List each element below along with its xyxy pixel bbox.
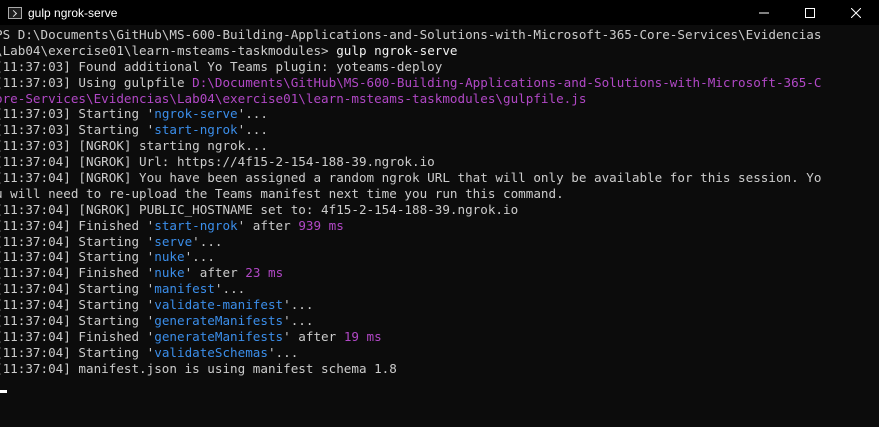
terminal-line: ore-Services\Evidencias\Lab04\exercise01… [0,91,879,107]
terminal-text-segment: validateSchemas [154,344,268,360]
terminal-text-segment: '... [267,344,299,360]
terminal-line: [11:37:04] manifest.json is using manife… [0,361,879,377]
terminal-text-segment: validate-manifest [154,297,284,313]
terminal-text-segment: [11:37:04] Finished ' [0,265,155,281]
terminal-text-segment: ngrok-serve [154,106,238,122]
terminal-line: [11:37:04] Finished 'nuke' after 23 ms [0,265,879,281]
maximize-button[interactable] [787,0,833,25]
window-controls [741,0,879,25]
terminal-line: [11:37:04] Starting 'nuke'... [0,249,879,265]
terminal-text-segment: [11:37:04] [NGROK] PUBLIC_HOSTNAME set t… [0,201,519,217]
terminal-text-segment: '... [192,233,223,249]
terminal-icon [8,6,22,19]
terminal-text-segment: [11:37:03] Starting ' [0,122,155,138]
terminal-line: [11:37:03] [NGROK] starting ngrok... [0,138,879,154]
close-button[interactable] [833,0,879,25]
terminal-text-segment: [11:37:03] Found additional Yo Teams plu… [0,58,443,74]
terminal-text-segment: \Lab04\exercise01\learn-msteams-taskmodu… [0,42,337,58]
minimize-button[interactable] [741,0,787,25]
terminal-text-segment: '... [214,281,246,297]
terminal-text-segment: [11:37:04] Starting ' [0,233,155,249]
maximize-icon [805,7,815,18]
terminal-text-segment: [11:37:04] Starting ' [0,313,155,329]
terminal-text-segment: D:\Documents\GitHub\MS-600-Building-Appl… [192,74,822,90]
terminal-line: [11:37:03] Found additional Yo Teams plu… [0,59,879,75]
terminal-text-segment: [11:37:04] [NGROK] Url: https://4f15-2-1… [0,154,435,170]
terminal-line: PS D:\Documents\GitHub\MS-600-Building-A… [0,27,879,43]
terminal-text-segment: [11:37:03] [NGROK] starting ngrok... [0,138,268,154]
terminal-text-segment: PS D:\Documents\GitHub\MS-600-Building-A… [0,27,822,42]
terminal-text-segment: start-ngrok [154,122,238,138]
terminal-text-segment: u will need to re-upload the Teams manif… [0,185,564,201]
terminal-text-segment: '... [237,122,268,138]
terminal-line: [11:37:04] [NGROK] You have been assigne… [0,170,879,186]
terminal-line: [11:37:04] [NGROK] PUBLIC_HOSTNAME set t… [0,202,879,218]
terminal-text-segment: gulp ngrok-serve [336,42,458,58]
text-cursor [0,390,7,393]
terminal-window: gulp ngrok-serve PS D:\Documents\GitHub\… [0,0,879,427]
terminal-text-segment: [11:37:04] Starting ' [0,344,155,360]
minimize-icon [759,12,769,13]
terminal-line: [11:37:04] Starting 'manifest'... [0,281,879,297]
terminal-text-segment: [11:37:03] Starting ' [0,106,155,122]
terminal-line: [11:37:03] Starting 'start-ngrok'... [0,122,879,138]
terminal-text-segment: 19 ms [343,328,382,344]
terminal-text-segment: [11:37:04] Starting ' [0,281,155,297]
terminal-line: [11:37:04] Finished 'start-ngrok' after … [0,218,879,234]
terminal-text-segment: start-ngrok [154,217,238,233]
title-bar[interactable]: gulp ngrok-serve [0,0,879,25]
terminal-text-segment: ' after [184,265,246,281]
terminal-text-segment: generateManifests [154,328,284,344]
terminal-text-segment: [11:37:04] Starting ' [0,249,155,265]
terminal-text-segment: 23 ms [245,265,284,281]
terminal-line: \Lab04\exercise01\learn-msteams-taskmodu… [0,43,879,59]
terminal-line: [11:37:03] Using gulpfile D:\Documents\G… [0,75,879,91]
terminal-line: u will need to re-upload the Teams manif… [0,186,879,202]
terminal-line: [11:37:04] Starting 'generateManifests'.… [0,313,879,329]
terminal-line: [11:37:04] Finished 'generateManifests' … [0,329,879,345]
terminal-line: [11:37:04] Starting 'validateSchemas'... [0,345,879,361]
terminal-text-segment: ' after [283,328,344,344]
terminal-text-segment: nuke [154,249,185,265]
terminal-text-segment: [11:37:04] Finished ' [0,217,155,233]
terminal-text-segment: '... [283,297,314,313]
terminal-text-segment: nuke [154,265,185,281]
terminal-text-segment: ' after [237,217,299,233]
terminal-text-segment: '... [184,249,215,265]
terminal-line: [11:37:04] Starting 'serve'... [0,234,879,250]
terminal-output[interactable]: PS D:\Documents\GitHub\MS-600-Building-A… [0,27,879,427]
terminal-line: [11:37:04] [NGROK] Url: https://4f15-2-1… [0,154,879,170]
terminal-text-segment: [11:37:03] Using gulpfile [0,74,193,90]
terminal-text-segment: 939 ms [298,217,344,233]
terminal-text-segment: serve [154,233,193,249]
terminal-text-segment: '... [283,313,314,329]
terminal-text-segment: ore-Services\Evidencias\Lab04\exercise01… [0,90,587,106]
terminal-text-segment: [11:37:04] Finished ' [0,328,155,344]
terminal-text-segment: [11:37:04] manifest.json is using manife… [0,360,397,376]
close-icon [851,7,861,18]
terminal-text-segment: [11:37:04] [NGROK] You have been assigne… [0,170,822,186]
terminal-text-segment: generateManifests [154,313,284,329]
terminal-text-segment: '... [237,106,268,122]
terminal-line: [11:37:04] Starting 'validate-manifest'.… [0,297,879,313]
window-title: gulp ngrok-serve [28,5,118,20]
terminal-text-segment: manifest [154,281,215,297]
terminal-text-segment: [11:37:04] Starting ' [0,297,155,313]
terminal-line: [11:37:03] Starting 'ngrok-serve'... [0,106,879,122]
